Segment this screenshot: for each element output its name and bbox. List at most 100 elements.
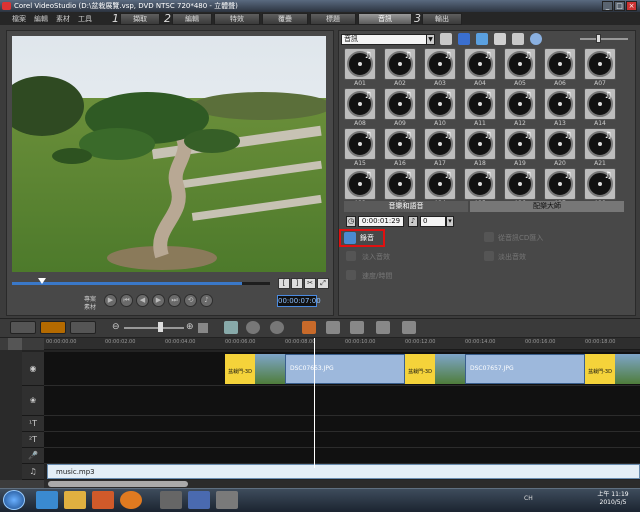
voice-track[interactable] xyxy=(44,448,640,464)
music-clip[interactable]: music.mp3 xyxy=(47,464,640,479)
audio-thumb[interactable]: ♫ A06 xyxy=(544,48,576,87)
split-button[interactable]: ✂ xyxy=(304,278,316,289)
audio-thumb[interactable]: ♫ A01 xyxy=(344,48,376,87)
zoom-slider[interactable] xyxy=(580,38,628,40)
audio-thumb[interactable]: ♫ A11 xyxy=(464,88,496,127)
video-clip[interactable]: DSC07653.JPG xyxy=(285,354,405,384)
volume-field[interactable]: 0 xyxy=(420,216,446,227)
maximize-button[interactable]: □ xyxy=(614,1,625,11)
menu-tools[interactable]: 工具 xyxy=(78,14,92,24)
overlay-track[interactable] xyxy=(44,386,640,416)
audio-thumb[interactable]: ♫ A10 xyxy=(424,88,456,127)
zoom-handle[interactable] xyxy=(596,34,601,43)
audio-thumb[interactable]: ♫ A15 xyxy=(344,128,376,167)
folder-icon[interactable] xyxy=(440,33,452,45)
audio-mixer-icon[interactable] xyxy=(326,321,340,334)
audio-thumb[interactable]: ♫ A16 xyxy=(384,128,416,167)
language-indicator[interactable]: CH xyxy=(524,495,533,502)
app-icon[interactable] xyxy=(160,491,182,509)
title-track-1[interactable] xyxy=(44,416,640,432)
overlay-track-icon[interactable]: ❀ xyxy=(22,386,44,416)
explorer-icon[interactable] xyxy=(64,491,86,509)
timeline-playhead[interactable] xyxy=(314,338,315,468)
tab-share[interactable]: 輸出 xyxy=(422,13,462,25)
timeline-view-icon[interactable] xyxy=(40,321,66,334)
play-icon[interactable]: ▶ xyxy=(104,294,117,307)
title-track-2-icon[interactable]: ²T xyxy=(22,432,44,448)
clip-label[interactable]: 素材 xyxy=(84,302,96,311)
music-track-icon[interactable]: ♫ xyxy=(22,464,44,480)
import-cd-button[interactable]: 從音訊CD匯入 xyxy=(498,233,543,243)
track-manager-icon[interactable] xyxy=(376,321,390,334)
undo-icon[interactable] xyxy=(246,321,260,334)
title-track-2[interactable] xyxy=(44,432,640,448)
chapter-icon[interactable] xyxy=(402,321,416,334)
audio-thumb[interactable]: ♫ A13 xyxy=(544,88,576,127)
tab-music-voice[interactable]: 音樂和語音 xyxy=(344,201,468,212)
expand-button[interactable]: ⤢ xyxy=(317,278,329,289)
menu-file[interactable]: 檔案 xyxy=(12,14,26,24)
tab-capture[interactable]: 擷取 xyxy=(120,13,160,25)
clip-thumb[interactable] xyxy=(435,354,465,384)
audio-thumb[interactable]: ♫ A09 xyxy=(384,88,416,127)
start-button[interactable] xyxy=(3,490,25,510)
audio-thumb[interactable]: ♫ A18 xyxy=(464,128,496,167)
timeline-settings-icon[interactable] xyxy=(8,338,22,350)
audio-thumb[interactable]: ♫ A12 xyxy=(504,88,536,127)
insert-media-icon[interactable] xyxy=(224,321,238,334)
timeline-zoom-handle[interactable] xyxy=(158,322,163,332)
library-select[interactable]: 音訊 xyxy=(341,34,434,45)
transition-thumb[interactable]: 盆栽門-3D xyxy=(585,354,615,384)
videostudio-icon[interactable] xyxy=(216,491,238,509)
audio-thumb[interactable]: ♫ A05 xyxy=(504,48,536,87)
trim-end-button[interactable]: ] xyxy=(291,278,303,289)
audio-thumb[interactable]: ♫ A07 xyxy=(584,48,616,87)
media-player-icon[interactable] xyxy=(92,491,114,509)
scrub-bar[interactable] xyxy=(12,278,270,288)
save-icon[interactable] xyxy=(458,33,470,45)
tab-title[interactable]: 標題 xyxy=(310,13,356,25)
menu-edit[interactable]: 編輯 xyxy=(34,14,48,24)
audio-thumb[interactable]: ♫ A20 xyxy=(544,128,576,167)
fade-in-button[interactable]: 淡入音效 xyxy=(362,252,390,262)
speed-button[interactable]: 速度/時間 xyxy=(362,271,392,281)
redo-icon[interactable] xyxy=(270,321,284,334)
ie-icon[interactable] xyxy=(36,491,58,509)
zoom-in-icon[interactable]: ⊕ xyxy=(186,322,194,332)
audio-thumb[interactable]: ♫ A14 xyxy=(584,88,616,127)
clock[interactable]: 上午 11:19 2010/5/5 xyxy=(588,491,638,507)
repeat-icon[interactable]: ⟲ xyxy=(184,294,197,307)
zoom-out-icon[interactable]: ⊖ xyxy=(112,322,120,332)
audio-thumb[interactable]: ♫ A03 xyxy=(424,48,456,87)
tab-audio[interactable]: 音訊 xyxy=(358,13,412,25)
timecode-display[interactable]: 00:00:07:00 xyxy=(277,295,321,307)
prev-frame-icon[interactable]: ◀ xyxy=(136,294,149,307)
close-button[interactable]: × xyxy=(626,1,637,11)
tab-overlay[interactable]: 覆疊 xyxy=(262,13,308,25)
home-icon[interactable]: ⏮ xyxy=(120,294,133,307)
tab-auto-music[interactable]: 配樂大師 xyxy=(470,201,624,212)
end-icon[interactable]: ⏭ xyxy=(168,294,181,307)
grid-view-icon[interactable] xyxy=(476,33,488,45)
video-clip[interactable]: DSC07657.JPG xyxy=(465,354,585,384)
transition-thumb[interactable]: 盆栽門-3D xyxy=(225,354,255,384)
firefox-icon[interactable] xyxy=(120,491,142,509)
expand-icon[interactable] xyxy=(530,33,542,45)
chevron-down-icon[interactable]: ▼ xyxy=(426,34,435,45)
timeline-zoom-slider[interactable] xyxy=(124,327,184,329)
auto-music-icon[interactable] xyxy=(350,321,364,334)
audio-thumb[interactable]: ♫ A04 xyxy=(464,48,496,87)
timeline-scroll-thumb[interactable] xyxy=(48,481,188,487)
menu-clip[interactable]: 素材 xyxy=(56,14,70,24)
fit-icon[interactable] xyxy=(198,323,208,333)
title-track-1-icon[interactable]: ¹T xyxy=(22,416,44,432)
duration-field[interactable]: 0:00:01:29 xyxy=(358,216,404,227)
audio-thumb[interactable]: ♫ A02 xyxy=(384,48,416,87)
fade-out-button[interactable]: 淡出音效 xyxy=(498,252,526,262)
minimize-button[interactable]: _ xyxy=(602,1,613,11)
options-icon[interactable] xyxy=(512,33,524,45)
volume-dropdown-icon[interactable]: ▾ xyxy=(446,216,454,227)
next-frame-icon[interactable]: ▶ xyxy=(152,294,165,307)
storyboard-view-icon[interactable] xyxy=(10,321,36,334)
tab-edit[interactable]: 編輯 xyxy=(172,13,212,25)
